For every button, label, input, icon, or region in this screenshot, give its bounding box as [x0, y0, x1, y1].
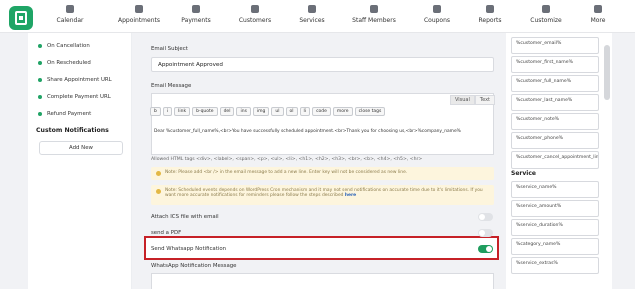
attach-ics-label: Attach ICS file with email	[151, 214, 219, 220]
notification-list-panel: On Cancellation On Rescheduled Share App…	[28, 33, 132, 289]
tag-customer-email[interactable]: %customer_email%	[511, 37, 599, 54]
notification-item-complete-payment[interactable]: Complete Payment URL	[38, 94, 111, 100]
payments-icon	[192, 5, 200, 13]
whatsapp-message-label: WhatsApp Notification Message	[151, 263, 237, 269]
email-message-label: Email Message	[151, 83, 192, 89]
app-logo[interactable]	[9, 6, 33, 30]
reports-icon	[486, 5, 494, 13]
staff-icon	[370, 5, 378, 13]
toolbar-li-button[interactable]: li	[299, 107, 311, 116]
tag-customer-cancel-link[interactable]: %customer_cancel_appointment_link%	[511, 151, 599, 169]
tag-customer-full-name[interactable]: %customer_full_name%	[511, 75, 599, 92]
tab-text[interactable]: Text	[474, 95, 495, 105]
tag-customer-note[interactable]: %customer_note%	[511, 113, 599, 130]
status-dot-icon	[38, 60, 42, 65]
status-dot-icon	[38, 77, 42, 82]
tag-customer-phone[interactable]: %customer_phone%	[511, 132, 599, 149]
email-message-content: Dear %customer_full_name%,<br>You have s…	[154, 129, 461, 134]
tag-category-name[interactable]: %category_name%	[511, 238, 599, 255]
notification-item-refund[interactable]: Refund Payment	[38, 111, 91, 117]
nav-services[interactable]: Services	[277, 5, 347, 24]
note-here-link[interactable]: here	[345, 193, 356, 198]
allowed-tags-text: Allowed HTML tags <div>, <label>, <span>…	[151, 157, 423, 162]
tag-service-duration[interactable]: %service_duration%	[511, 219, 599, 236]
whatsapp-message-editor[interactable]	[151, 273, 494, 289]
note-newline: Note: Please add <br /> in the email mes…	[151, 167, 494, 180]
toolbar-italic-button[interactable]: i	[162, 107, 173, 116]
nav-calendar[interactable]: Calendar	[35, 5, 105, 24]
calendar-icon	[66, 5, 74, 13]
notification-item-rescheduled[interactable]: On Rescheduled	[38, 60, 91, 66]
top-navigation: Calendar Appointments Payments Customers…	[0, 0, 635, 33]
toolbar-img-button[interactable]: img	[252, 107, 270, 116]
status-dot-icon	[38, 111, 42, 116]
tag-service-extras[interactable]: %service_extras%	[511, 257, 599, 274]
attach-ics-toggle[interactable]	[478, 213, 493, 221]
toolbar-more-button[interactable]: more	[332, 107, 353, 116]
email-message-editor[interactable]	[151, 93, 494, 155]
toolbar-ol-button[interactable]: ol	[285, 107, 298, 116]
toolbar-code-button[interactable]: code	[312, 107, 331, 116]
editor-tabs: Visual Text	[449, 95, 495, 105]
send-pdf-label: send a PDF	[151, 230, 182, 236]
customers-icon	[251, 5, 259, 13]
email-subject-label: Email Subject	[151, 46, 188, 52]
tag-customer-first-name[interactable]: %customer_first_name%	[511, 56, 599, 73]
appointments-icon	[135, 5, 143, 13]
nav-more[interactable]: More	[563, 5, 633, 24]
toolbar-bold-button[interactable]: b	[150, 107, 161, 116]
tags-scrollbar[interactable]	[604, 45, 610, 100]
toolbar-del-button[interactable]: del	[219, 107, 235, 116]
nav-staff-members[interactable]: Staff Members	[339, 5, 409, 24]
status-dot-icon	[38, 94, 42, 99]
whatsapp-label: Send Whatsapp Notification	[151, 246, 227, 252]
tag-service-amount[interactable]: %service_amount%	[511, 200, 599, 217]
email-subject-input[interactable]: Appointment Approved	[151, 57, 494, 72]
toolbar-close-tags-button[interactable]: close tags	[354, 107, 386, 116]
note-cron: Note: Scheduled events depends on WordPr…	[151, 185, 494, 205]
send-pdf-toggle[interactable]	[478, 229, 493, 237]
toolbar-blockquote-button[interactable]: b-quote	[192, 107, 218, 116]
more-icon	[594, 5, 602, 13]
info-icon	[156, 171, 161, 176]
custom-notifications-heading: Custom Notifications	[36, 127, 109, 134]
info-icon	[156, 189, 161, 194]
tab-visual[interactable]: Visual	[449, 95, 475, 105]
status-dot-icon	[38, 43, 42, 48]
customize-icon	[542, 5, 550, 13]
toolbar-link-button[interactable]: link	[174, 107, 191, 116]
tag-customer-last-name[interactable]: %customer_last_name%	[511, 94, 599, 111]
coupons-icon	[433, 5, 441, 13]
notification-item-cancellation[interactable]: On Cancellation	[38, 43, 90, 49]
service-heading: Service	[511, 170, 536, 177]
editor-toolbar: b i link b-quote del ins img ul ol li code more clos…	[150, 107, 387, 119]
add-new-button[interactable]: Add New	[39, 141, 123, 155]
tag-service-name[interactable]: %service_name%	[511, 181, 599, 198]
toolbar-ins-button[interactable]: ins	[236, 107, 251, 116]
whatsapp-toggle[interactable]	[478, 245, 493, 253]
notification-item-share-url[interactable]: Share Appointment URL	[38, 77, 112, 83]
services-icon	[308, 5, 316, 13]
email-form: Email Subject Appointment Approved Email…	[146, 33, 500, 289]
toolbar-ul-button[interactable]: ul	[271, 107, 284, 116]
